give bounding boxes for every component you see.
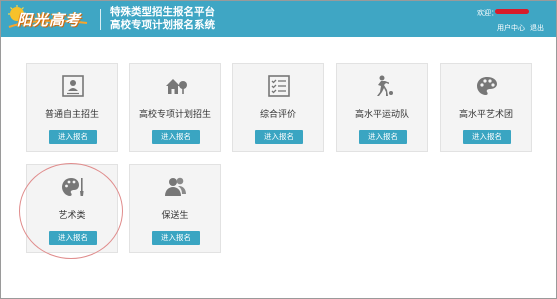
card-label: 高水平运动队 xyxy=(354,109,409,119)
card-arts-category: 艺术类 进入报名 xyxy=(26,164,118,253)
enroll-button[interactable]: 进入报名 xyxy=(359,130,407,144)
card-high-level-art-troupe: 高水平艺术团 进入报名 xyxy=(440,63,532,152)
logout-link[interactable]: 退出 xyxy=(530,23,544,33)
site-logo[interactable]: 阳光高考 xyxy=(7,5,91,33)
platform-title: 特殊类型招生报名平台 高校专项计划报名系统 xyxy=(110,6,215,32)
card-label: 艺术类 xyxy=(58,210,86,220)
platform-title-line2: 高校专项计划报名系统 xyxy=(110,19,215,31)
card-comprehensive-evaluation: 综合评价 进入报名 xyxy=(232,63,324,152)
house-tree-icon xyxy=(166,79,187,94)
user-center-link[interactable]: 用户中心 xyxy=(497,23,525,33)
top-header: 阳光高考 特殊类型招生报名平台 高校专项计划报名系统 欢迎： 用户中心 退出 xyxy=(1,1,556,37)
checklist-icon xyxy=(268,75,290,97)
card-label: 普通自主招生 xyxy=(44,109,99,119)
card-recommended-students: 保送生 进入报名 xyxy=(129,164,221,253)
card-label: 高水平艺术团 xyxy=(458,109,513,119)
enroll-button[interactable]: 进入报名 xyxy=(152,130,200,144)
enroll-button[interactable]: 进入报名 xyxy=(49,231,97,245)
logo-text: 阳光高考 xyxy=(17,12,82,29)
card-label: 综合评价 xyxy=(259,109,296,119)
people-icon xyxy=(165,177,186,196)
enroll-button[interactable]: 进入报名 xyxy=(255,130,303,144)
palette-icon xyxy=(477,77,497,95)
id-card-icon xyxy=(62,75,84,97)
card-high-level-sports-team: 高水平运动队 进入报名 xyxy=(336,63,428,152)
card-label: 保送生 xyxy=(161,210,189,220)
platform-title-line1: 特殊类型招生报名平台 xyxy=(110,6,215,18)
enroll-button[interactable]: 进入报名 xyxy=(152,231,200,245)
card-university-special-plan: 高校专项计划招生 进入报名 xyxy=(129,63,221,152)
card-independent-admission: 普通自主招生 进入报名 xyxy=(26,63,118,152)
enroll-button[interactable]: 进入报名 xyxy=(463,130,511,144)
athlete-icon xyxy=(377,75,393,96)
card-label: 高校专项计划招生 xyxy=(138,109,211,119)
header-divider xyxy=(100,9,101,30)
enroll-button[interactable]: 进入报名 xyxy=(49,130,97,144)
username-redaction-mark xyxy=(495,9,529,14)
palette-brush-icon xyxy=(62,178,84,196)
